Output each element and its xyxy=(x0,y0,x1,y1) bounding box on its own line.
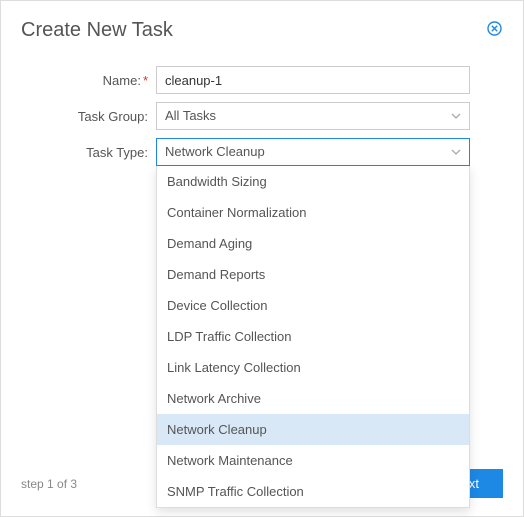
step-indicator: step 1 of 3 xyxy=(21,477,77,491)
task-type-row: Task Type: Network Cleanup Bandwidth Siz… xyxy=(21,138,503,166)
dialog-title: Create New Task xyxy=(21,19,173,42)
close-icon xyxy=(487,21,502,36)
task-type-option[interactable]: Container Normalization xyxy=(157,197,469,228)
task-type-option[interactable]: SNMP Traffic Collection xyxy=(157,476,469,507)
task-type-option[interactable]: LDP Traffic Collection xyxy=(157,321,469,352)
task-type-option[interactable]: Link Latency Collection xyxy=(157,352,469,383)
task-type-option[interactable]: Network Maintenance xyxy=(157,445,469,476)
task-group-row: Task Group: All Tasks xyxy=(21,102,503,130)
task-group-value: All Tasks xyxy=(165,108,216,123)
name-label: Name:* xyxy=(21,73,156,88)
name-input[interactable] xyxy=(156,66,470,94)
required-mark: * xyxy=(143,73,148,88)
task-type-option[interactable]: Network Cleanup xyxy=(157,414,469,445)
task-type-option[interactable]: Demand Aging xyxy=(157,228,469,259)
task-type-label: Task Type: xyxy=(21,145,156,160)
dialog-header: Create New Task xyxy=(21,19,503,42)
task-type-option[interactable]: Demand Reports xyxy=(157,259,469,290)
name-label-text: Name: xyxy=(103,73,141,88)
task-type-select[interactable]: Network Cleanup xyxy=(156,138,470,166)
task-type-option[interactable]: Network Archive xyxy=(157,383,469,414)
name-row: Name:* xyxy=(21,66,503,94)
chevron-down-icon xyxy=(451,149,461,155)
create-task-dialog: Create New Task Name:* Task Group: All T… xyxy=(0,0,524,517)
task-type-option[interactable]: Device Collection xyxy=(157,290,469,321)
task-group-select[interactable]: All Tasks xyxy=(156,102,470,130)
task-type-value: Network Cleanup xyxy=(165,144,265,159)
chevron-down-icon xyxy=(451,113,461,119)
task-type-select-wrap: Network Cleanup Bandwidth SizingContaine… xyxy=(156,138,470,166)
close-button[interactable] xyxy=(485,19,503,37)
task-group-label: Task Group: xyxy=(21,109,156,124)
task-type-dropdown[interactable]: Bandwidth SizingContainer NormalizationD… xyxy=(156,166,470,508)
task-group-select-wrap: All Tasks xyxy=(156,102,470,130)
task-type-option[interactable]: Bandwidth Sizing xyxy=(157,166,469,197)
